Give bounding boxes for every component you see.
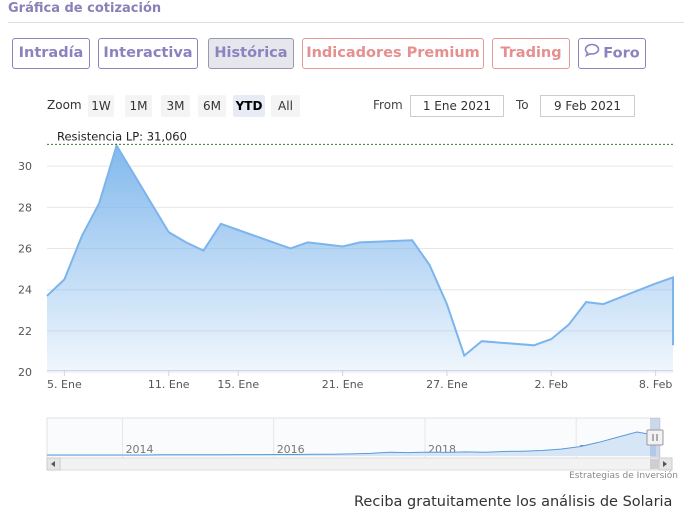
zoom-1m-button[interactable]: 1M bbox=[125, 95, 152, 117]
range-from-label: From bbox=[373, 98, 403, 112]
price-chart[interactable]: 20 22 24 26 28 30 Resistencia LP: 31,060 5. Ene… bbox=[0, 125, 696, 410]
navigator[interactable]: 2014201620182020 bbox=[0, 410, 696, 472]
range-to-label: To bbox=[516, 98, 529, 112]
tab-label: Foro bbox=[603, 45, 640, 62]
x-tick-label: 5. Ene bbox=[47, 378, 82, 391]
y-tick-label: 24 bbox=[18, 284, 32, 297]
tab-label: Trading bbox=[500, 45, 562, 61]
y-tick-label: 26 bbox=[18, 243, 32, 256]
tab-label: Indicadores Premium bbox=[306, 45, 480, 61]
chat-bubble-icon bbox=[584, 39, 600, 68]
scroll-right-button bbox=[658, 457, 673, 471]
tab-foro[interactable]: Foro bbox=[578, 38, 646, 69]
range-from-input[interactable]: 1 Ene 2021 bbox=[410, 95, 504, 117]
zoom-label: Zoom bbox=[47, 98, 82, 112]
tab-indicadores-premium[interactable]: Indicadores Premium bbox=[302, 38, 484, 69]
y-tick-label: 20 bbox=[18, 366, 32, 379]
tab-label: Intradía bbox=[18, 45, 84, 61]
tab-label: Histórica bbox=[214, 45, 288, 61]
scrollbar-track bbox=[46, 457, 673, 471]
promo-text[interactable]: Reciba gratuitamente los análisis de Sol… bbox=[354, 494, 672, 510]
x-tick-label: 2. Feb bbox=[535, 378, 568, 391]
series-area bbox=[47, 145, 673, 370]
scroll-left-button bbox=[46, 457, 61, 471]
navigator-year-label: 2014 bbox=[126, 443, 154, 456]
zoom-1w-button[interactable]: 1W bbox=[88, 95, 114, 117]
y-tick-label: 28 bbox=[18, 201, 32, 214]
tab-label: Interactiva bbox=[103, 45, 193, 61]
tab-trading[interactable]: Trading bbox=[492, 38, 570, 69]
range-to-input[interactable]: 9 Feb 2021 bbox=[540, 95, 635, 117]
navigator-handle bbox=[646, 429, 664, 446]
zoom-6m-button[interactable]: 6M bbox=[198, 95, 226, 117]
resistance-label: Resistencia LP: 31,060 bbox=[57, 129, 187, 143]
section-title: Gráfica de cotización bbox=[8, 1, 162, 16]
tab-interactiva[interactable]: Interactiva bbox=[98, 38, 198, 69]
chart-credit: Estrategias de Inversión bbox=[569, 471, 678, 481]
x-tick-label: 8. Feb bbox=[639, 378, 672, 391]
y-tick-label: 30 bbox=[18, 160, 32, 173]
zoom-all-button[interactable]: All bbox=[271, 95, 300, 117]
x-tick-label: 21. Ene bbox=[322, 378, 364, 391]
zoom-ytd-button[interactable]: YTD bbox=[233, 95, 265, 117]
x-tick-label: 15. Ene bbox=[217, 378, 259, 391]
x-tick-label: 11. Ene bbox=[148, 378, 190, 391]
x-tick-label: 27. Ene bbox=[426, 378, 468, 391]
section-divider bbox=[8, 22, 684, 23]
tab-hist-rica[interactable]: Histórica bbox=[208, 38, 294, 69]
y-tick-label: 22 bbox=[18, 325, 32, 338]
tab-intrad-a[interactable]: Intradía bbox=[12, 38, 90, 69]
zoom-3m-button[interactable]: 3M bbox=[161, 95, 190, 117]
